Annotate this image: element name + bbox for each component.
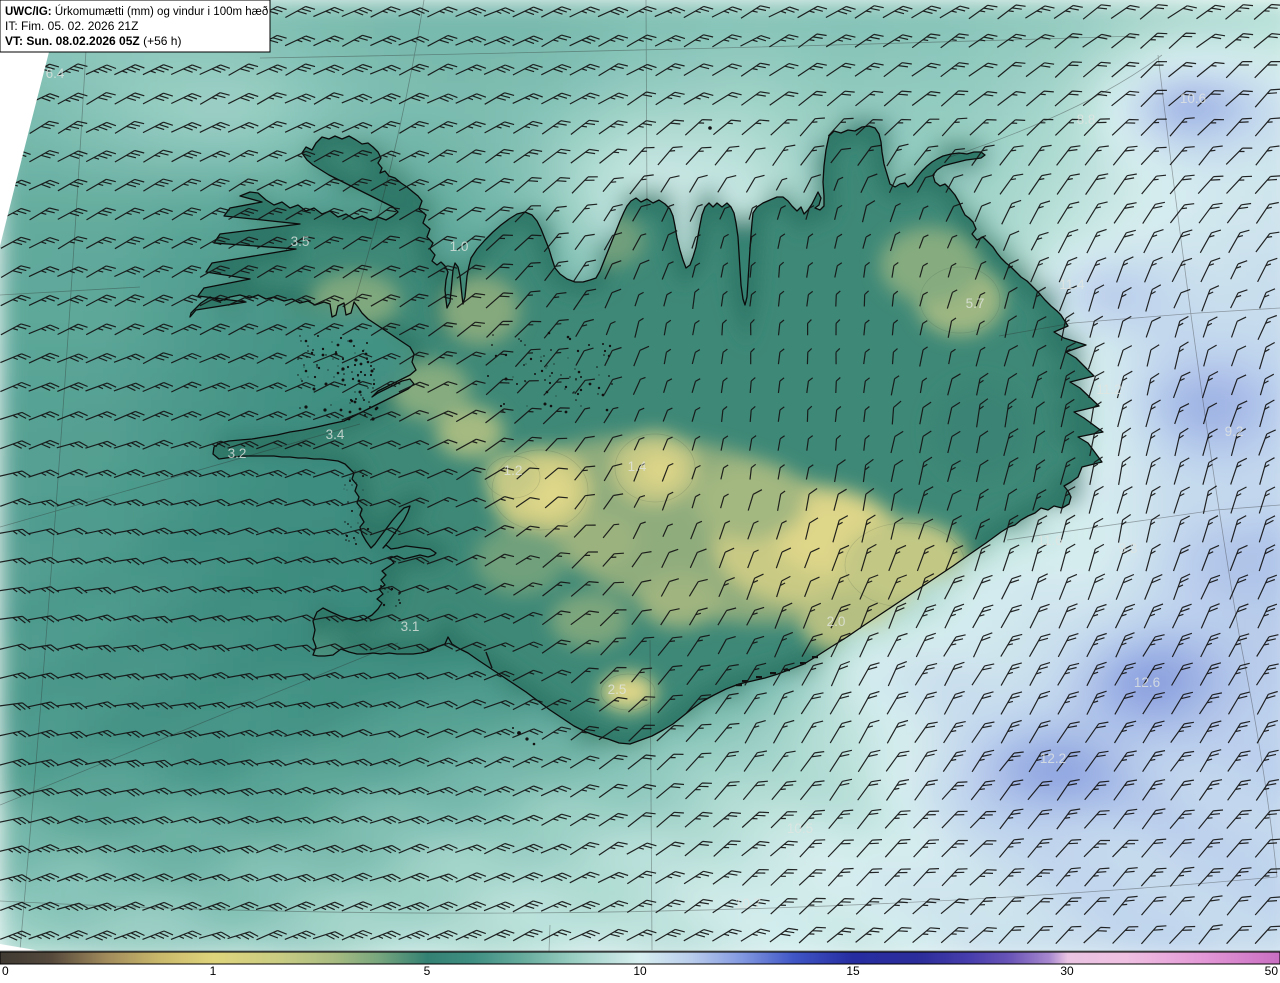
svg-text:IT: Fim. 05. 02. 2026 21Z: IT: Fim. 05. 02. 2026 21Z	[5, 19, 138, 33]
svg-text:30: 30	[1060, 964, 1074, 978]
svg-text:12.2: 12.2	[1040, 751, 1066, 766]
svg-text:6.4: 6.4	[46, 66, 65, 81]
svg-text:3.2: 3.2	[228, 446, 247, 461]
svg-text:UWC/IG: Úrkomumætti (mm) og vi: UWC/IG: Úrkomumætti (mm) og vindur i 100…	[5, 5, 268, 18]
svg-text:VT: Sun. 08.02.2026 05Z (+56 h: VT: Sun. 08.02.2026 05Z (+56 h)	[5, 34, 181, 48]
svg-text:9.3: 9.3	[1119, 541, 1138, 556]
svg-text:1: 1	[210, 964, 217, 978]
svg-text:3.5: 3.5	[291, 234, 310, 249]
svg-text:11.6: 11.6	[1037, 533, 1062, 548]
svg-text:2.0: 2.0	[827, 614, 846, 629]
svg-text:12.6: 12.6	[1134, 675, 1160, 690]
svg-text:3.4: 3.4	[326, 427, 345, 442]
svg-text:5: 5	[424, 964, 431, 978]
svg-text:9.2: 9.2	[1225, 424, 1244, 439]
svg-text:50: 50	[1265, 964, 1279, 978]
svg-text:1.2: 1.2	[504, 463, 523, 478]
svg-text:3.1: 3.1	[401, 619, 420, 634]
svg-text:10.5: 10.5	[787, 821, 813, 836]
svg-text:8.8: 8.8	[1077, 112, 1096, 127]
svg-text:10.6: 10.6	[1180, 91, 1206, 106]
svg-text:1.4: 1.4	[628, 459, 647, 474]
svg-text:11.4: 11.4	[1059, 277, 1085, 292]
svg-text:1.0: 1.0	[450, 239, 469, 254]
svg-text:5.7: 5.7	[966, 296, 985, 311]
svg-text:10: 10	[633, 964, 647, 978]
svg-text:11.2: 11.2	[1096, 382, 1121, 397]
svg-text:15: 15	[846, 964, 860, 978]
svg-text:2.5: 2.5	[608, 682, 627, 697]
svg-text:0: 0	[2, 964, 9, 978]
svg-text:10.7: 10.7	[735, 896, 761, 911]
